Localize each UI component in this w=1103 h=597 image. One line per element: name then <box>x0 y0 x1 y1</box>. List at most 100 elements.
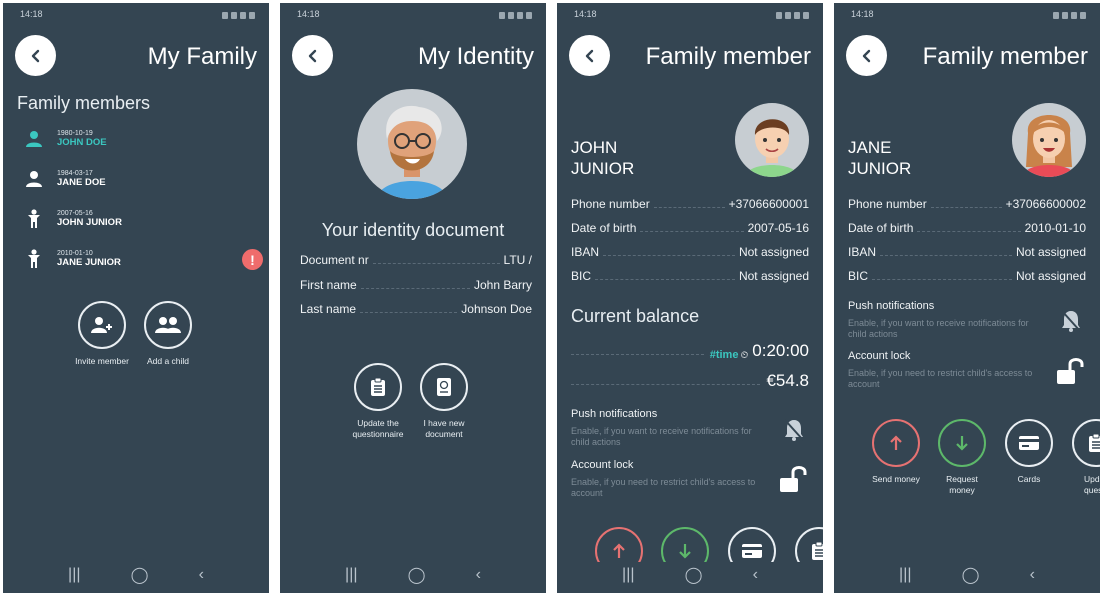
add-child-button[interactable] <box>144 301 192 349</box>
recents-icon[interactable]: ||| <box>622 566 634 584</box>
chevron-left-icon <box>862 49 870 62</box>
page-title: Family member <box>922 43 1088 70</box>
member-row[interactable]: 1984-03-17 JANE DOE <box>23 165 263 193</box>
document-number-row: Document nr LTU / <box>300 253 532 267</box>
status-icons <box>1053 9 1086 21</box>
recents-icon[interactable]: ||| <box>345 566 357 584</box>
back-button[interactable] <box>15 35 56 76</box>
member-name: JANE DOE <box>57 177 106 188</box>
status-time: 14:18 <box>20 9 43 19</box>
new-document-label: I have new document <box>423 418 465 439</box>
invite-member-label: Invite member <box>75 356 129 366</box>
last-name-row: Last name Johnson Doe <box>300 302 532 316</box>
arrow-up-icon <box>890 435 902 450</box>
phone-number-row: Phone number +37066600002 <box>848 197 1086 211</box>
member-date: 1984-03-17 <box>57 170 93 177</box>
back-nav-icon[interactable]: ‹ <box>1030 566 1035 584</box>
back-nav-icon[interactable]: ‹ <box>476 566 481 584</box>
update-questionnaire-button[interactable] <box>354 363 402 411</box>
member-date: 1980-10-19 <box>57 130 93 137</box>
screen-family-member-jane: 14:18 Family member JANE JUNIOR Phone num… <box>834 3 1100 593</box>
first-name-row: First name John Barry <box>300 278 532 292</box>
request-money-button[interactable] <box>938 419 986 467</box>
unlock-icon[interactable] <box>779 465 809 498</box>
recents-icon[interactable]: ||| <box>68 566 80 584</box>
clipboard-icon <box>1089 433 1100 452</box>
update-questionnaire-label: Update the questionnaire <box>352 418 404 439</box>
member-name: JOHN JUNIOR <box>571 138 635 178</box>
new-document-button[interactable] <box>420 363 468 411</box>
status-time: 14:18 <box>851 9 874 19</box>
unlock-icon[interactable] <box>1056 357 1086 390</box>
money-value: €54.8 <box>766 371 809 390</box>
back-button[interactable] <box>846 35 887 76</box>
status-icons <box>222 9 255 21</box>
back-button[interactable] <box>292 35 333 76</box>
add-user-icon <box>91 317 112 333</box>
invite-member-button[interactable] <box>78 301 126 349</box>
member-date: 2010-01-10 <box>57 250 93 257</box>
chevron-left-icon <box>308 49 316 62</box>
arrow-down-icon <box>956 436 968 451</box>
android-nav-bar: ||| ◯ ‹ <box>834 565 1100 585</box>
home-icon[interactable]: ◯ <box>408 565 426 585</box>
status-bar: 14:18 <box>280 9 546 21</box>
child-icon <box>28 209 40 228</box>
page-title: My Identity <box>417 43 534 70</box>
money-balance-row: €54.8 <box>571 371 809 391</box>
screen-family-member-john: 14:18 Family member JOHN JUNIOR Phone num… <box>557 3 823 593</box>
status-time: 14:18 <box>574 9 597 19</box>
account-lock-desc: Enable, if you need to restrict child's … <box>848 368 1033 389</box>
avatar <box>735 103 809 177</box>
update-questionnaire-button[interactable] <box>1072 419 1100 467</box>
home-icon[interactable]: ◯ <box>131 565 149 585</box>
push-notifications-desc: Enable, if you want to receive notificat… <box>848 318 1029 339</box>
passport-icon <box>437 378 451 396</box>
iban-row: IBAN Not assigned <box>848 245 1086 259</box>
android-nav-bar: ||| ◯ ‹ <box>3 565 269 585</box>
clipboard-icon <box>371 377 385 396</box>
chevron-left-icon <box>31 49 39 62</box>
bell-off-icon[interactable] <box>783 418 805 447</box>
iban-row: IBAN Not assigned <box>571 245 809 259</box>
back-nav-icon[interactable]: ‹ <box>199 566 204 584</box>
home-icon[interactable]: ◯ <box>685 565 703 585</box>
back-button[interactable] <box>569 35 610 76</box>
time-tag: #time <box>709 349 739 361</box>
adult-icon <box>26 171 42 187</box>
chevron-left-icon <box>585 49 593 62</box>
android-nav-bar: ||| ◯ ‹ <box>557 562 823 588</box>
bic-row: BIC Not assigned <box>571 269 809 283</box>
status-bar: 14:18 <box>834 9 1100 21</box>
child-icon <box>28 249 40 268</box>
screen-my-identity: 14:18 My Identity Your identity document… <box>280 3 546 593</box>
clipboard-icon <box>812 541 823 560</box>
update-questionnaire-label: Updatequestio <box>1084 474 1100 495</box>
arrow-down-icon <box>679 544 691 559</box>
home-icon[interactable]: ◯ <box>962 565 980 585</box>
bell-off-icon[interactable] <box>1060 309 1082 338</box>
member-row[interactable]: 2007-05-16 JOHN JUNIOR <box>23 205 263 233</box>
status-icons <box>776 9 809 21</box>
request-money-label: Request money <box>946 474 978 495</box>
status-time: 14:18 <box>297 9 320 19</box>
recents-icon[interactable]: ||| <box>899 566 911 584</box>
avatar <box>357 89 467 199</box>
member-row[interactable]: 1980-10-19 JOHN DOE <box>23 125 263 153</box>
member-name: JOHN DOE <box>57 137 107 148</box>
add-child-label: Add a child <box>146 356 190 366</box>
back-nav-icon[interactable]: ‹ <box>753 566 758 584</box>
send-money-button[interactable] <box>872 419 920 467</box>
account-lock-desc: Enable, if you need to restrict child's … <box>571 477 756 498</box>
account-lock-title: Account lock <box>571 459 634 471</box>
date-of-birth-row: Date of birth 2007-05-16 <box>571 221 809 235</box>
arrow-up-icon <box>613 543 625 558</box>
member-row[interactable]: 2010-01-10 JANE JUNIOR ! <box>23 245 263 273</box>
adult-icon <box>26 131 42 147</box>
alert-icon[interactable]: ! <box>242 249 263 270</box>
push-notifications-title: Push notifications <box>848 300 935 312</box>
balance-title: Current balance <box>571 306 700 326</box>
phone-number-row: Phone number +37066600001 <box>571 197 809 211</box>
cards-button[interactable] <box>1005 419 1053 467</box>
credit-card-icon <box>742 544 762 558</box>
